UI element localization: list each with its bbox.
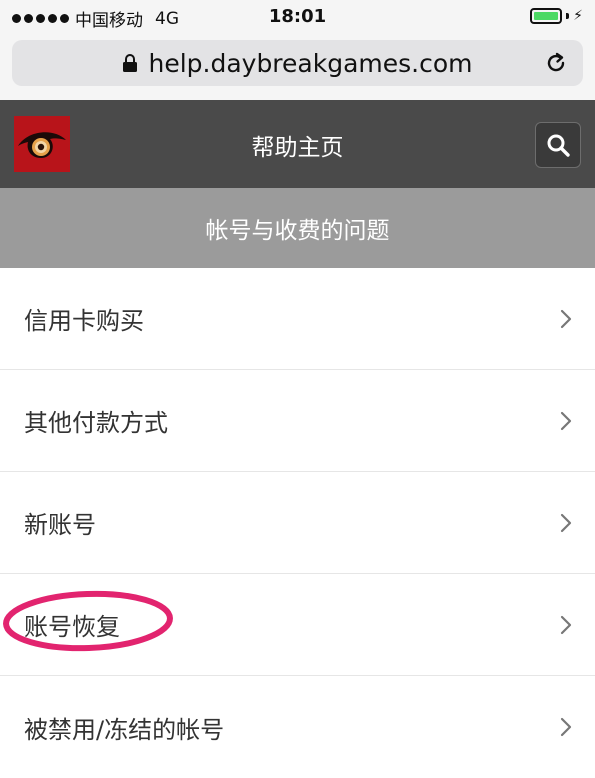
list-item-new-account[interactable]: 新账号: [0, 472, 595, 574]
list-item-other-payment[interactable]: 其他付款方式: [0, 370, 595, 472]
chevron-right-icon: [560, 411, 572, 430]
url-text: help.daybreakgames.com: [148, 48, 473, 78]
topic-list: 信用卡购买 其他付款方式 新账号 账号恢复 被禁用/冻结的帐号: [0, 268, 595, 778]
search-icon: [547, 134, 570, 157]
chevron-right-icon: [560, 309, 572, 328]
list-item-label: 账号恢复: [24, 613, 120, 641]
list-item-label: 被禁用/冻结的帐号: [24, 715, 225, 744]
category-banner: 帐号与收费的问题: [0, 188, 595, 268]
status-bar: 中国移动 4G 18:01 ⚡: [0, 0, 595, 34]
chevron-right-icon: [560, 717, 572, 737]
charging-icon: ⚡: [573, 8, 583, 24]
list-item-label: 信用卡购买: [24, 307, 144, 335]
search-button[interactable]: [535, 122, 581, 168]
list-item-account-recovery[interactable]: 账号恢复: [0, 574, 595, 676]
status-time: 18:01: [268, 6, 327, 27]
browser-toolbar: help.daybreakgames.com: [0, 34, 595, 100]
chevron-right-icon: [560, 615, 572, 634]
list-item-credit-card[interactable]: 信用卡购买: [0, 268, 595, 370]
battery-icon: [530, 8, 563, 24]
chevron-right-icon: [560, 513, 572, 532]
reload-icon[interactable]: [543, 50, 569, 76]
list-item-label: 其他付款方式: [24, 409, 168, 437]
list-item-banned-account[interactable]: 被禁用/冻结的帐号: [0, 676, 595, 778]
status-right: ⚡: [530, 8, 583, 24]
site-header: 帮助主页: [0, 100, 595, 188]
page-title: 帮助主页: [251, 135, 344, 161]
category-title: 帐号与收费的问题: [205, 218, 390, 244]
lock-icon: [122, 53, 138, 73]
list-item-label: 新账号: [24, 511, 96, 539]
battery-tip: [566, 13, 570, 19]
address-bar[interactable]: help.daybreakgames.com: [12, 40, 583, 86]
